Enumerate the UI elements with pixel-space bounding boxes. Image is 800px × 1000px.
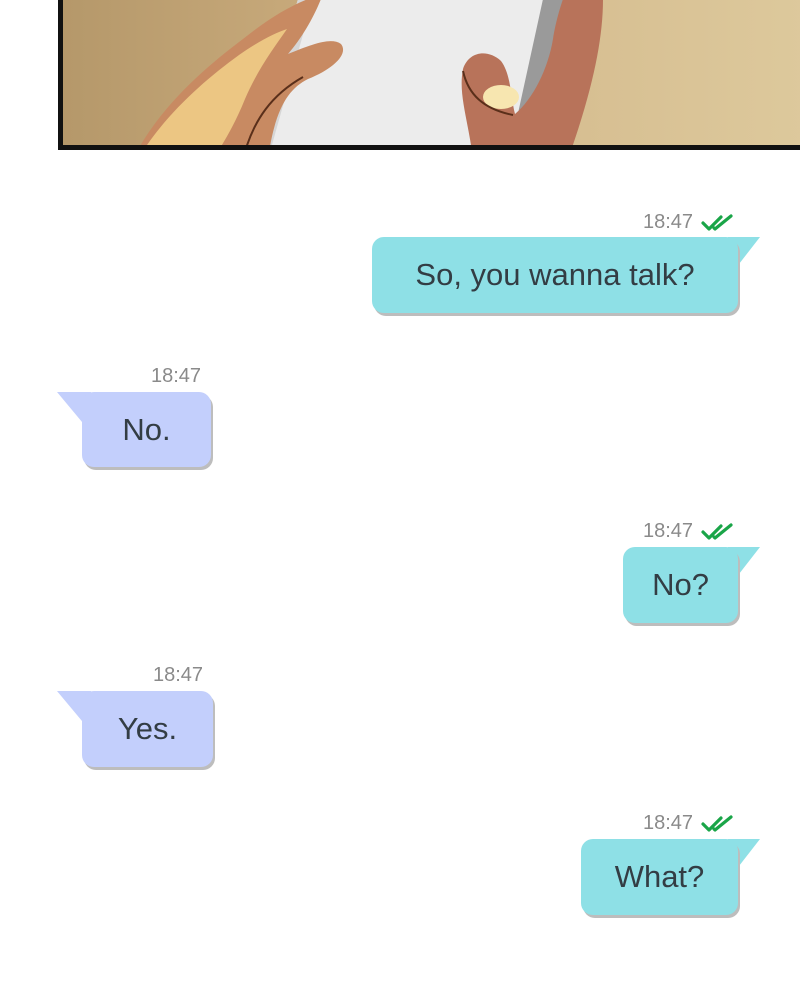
message-timestamp: 18:47 — [153, 664, 204, 686]
comic-panel — [58, 0, 800, 150]
message-timestamp: 18:47 — [643, 211, 694, 233]
message-text: What? — [614, 859, 705, 894]
message-text: Yes. — [117, 711, 178, 746]
message-bubble[interactable]: What? — [581, 839, 738, 915]
message-text: No? — [652, 567, 709, 602]
message-timestamp: 18:47 — [643, 812, 694, 834]
hands-holding-phone-illustration — [140, 0, 603, 145]
message-timestamp: 18:47 — [643, 520, 694, 542]
double-check-icon — [701, 214, 733, 231]
message-timestamp: 18:47 — [151, 365, 202, 387]
message-bubble[interactable]: No. — [82, 392, 211, 467]
message-bubble[interactable]: Yes. — [82, 691, 213, 767]
message-text: So, you wanna talk? — [415, 257, 695, 292]
message-bubble[interactable]: So, you wanna talk? — [372, 237, 738, 313]
double-check-icon — [701, 815, 733, 832]
message-bubble[interactable]: No? — [623, 547, 738, 623]
double-check-icon — [701, 523, 733, 540]
message-text: No. — [122, 411, 171, 447]
